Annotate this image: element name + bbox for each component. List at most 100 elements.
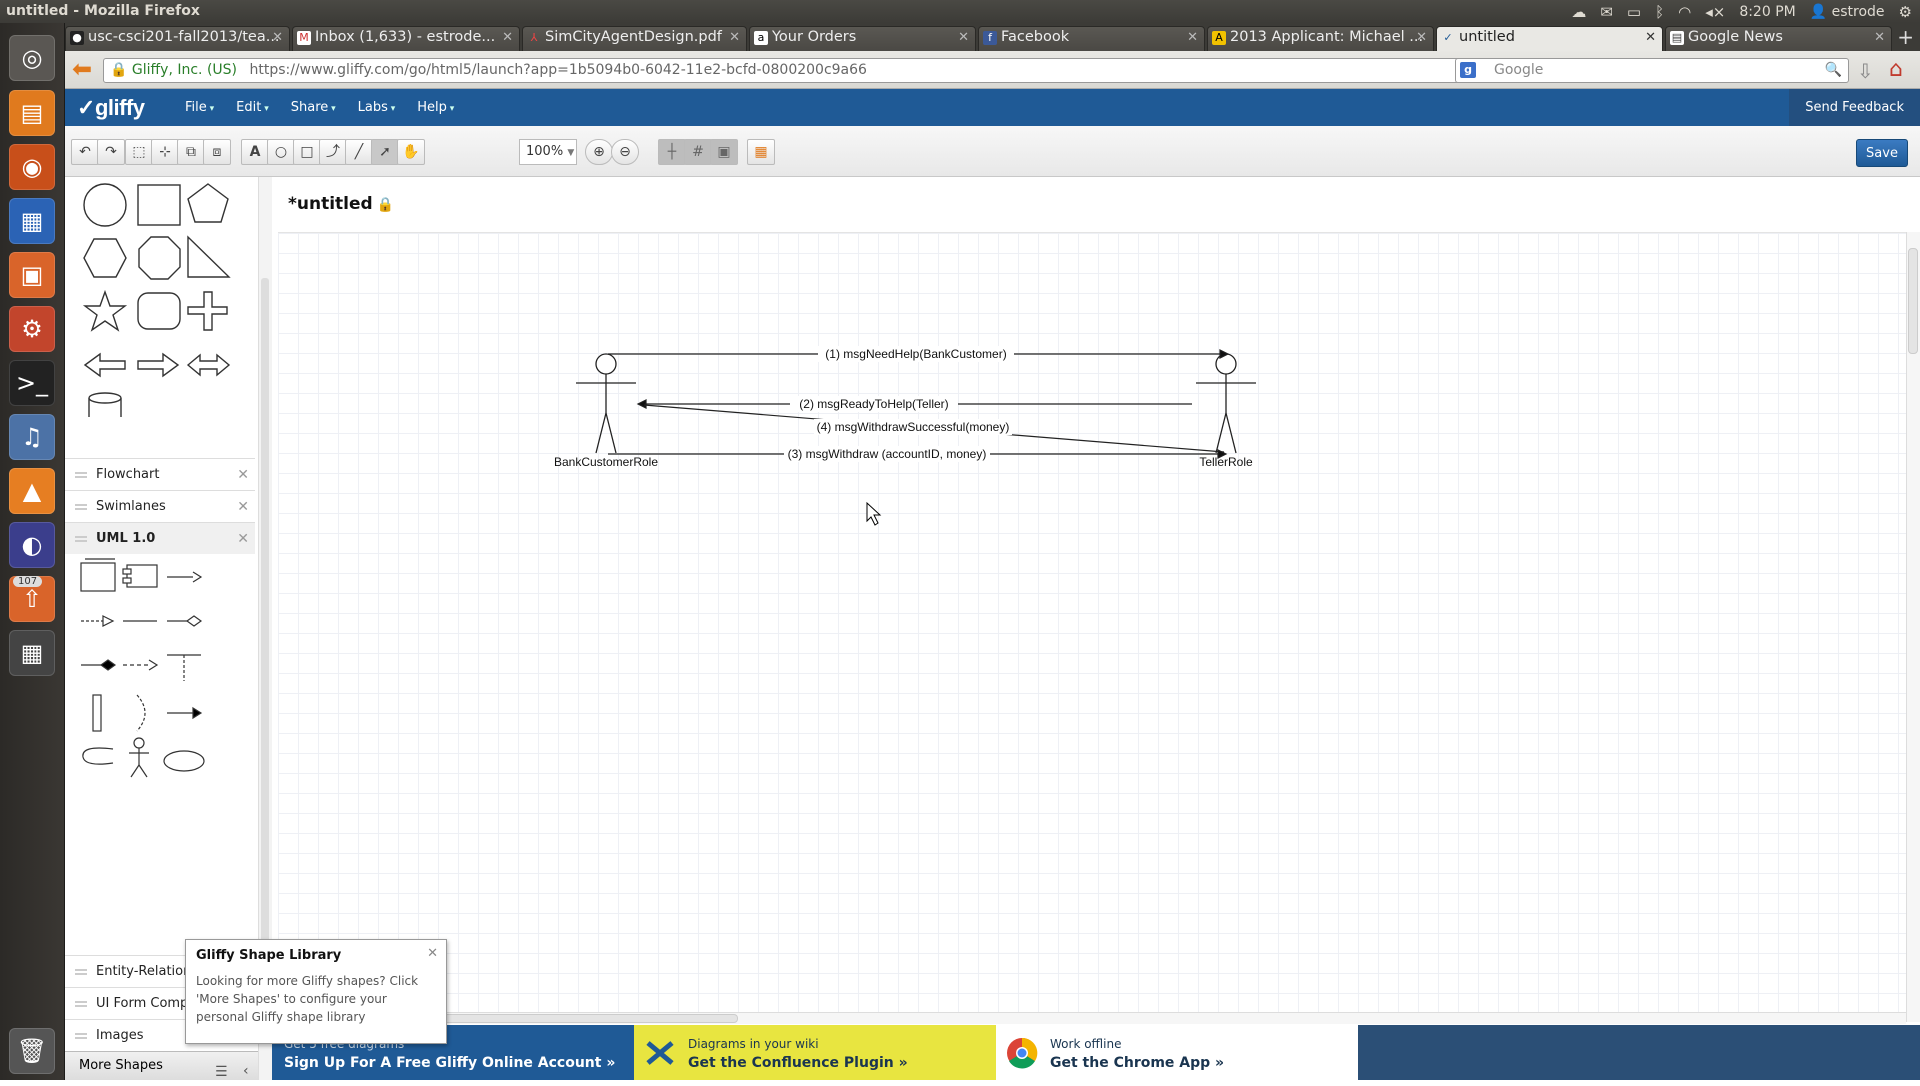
lock-icon[interactable]: 🔒 bbox=[377, 197, 394, 213]
actor-shape[interactable] bbox=[133, 737, 145, 749]
square-shape[interactable] bbox=[137, 184, 181, 226]
sequence-diagram[interactable]: BankCustomerRole TellerRole (1) msgNeedH… bbox=[278, 233, 1908, 1013]
send-back-icon[interactable]: ⧈ bbox=[203, 139, 231, 165]
double-arrow-shape[interactable] bbox=[186, 353, 231, 377]
collapse-all-icon[interactable]: ☰ bbox=[215, 1058, 228, 1086]
message-label-1[interactable]: (1) msgNeedHelp(BankCustomer) bbox=[825, 347, 1006, 361]
close-icon[interactable]: ✕ bbox=[1187, 30, 1198, 45]
right-arrow-shape[interactable] bbox=[137, 352, 180, 378]
panel-scroll-thumb[interactable] bbox=[261, 278, 269, 1018]
drag-handle-icon[interactable] bbox=[75, 1033, 87, 1039]
close-icon[interactable]: ✕ bbox=[237, 491, 249, 523]
tab-github[interactable]: ● usc-csci201-fall2013/tea... ✕ bbox=[65, 26, 290, 51]
tab-amazon[interactable]: a Your Orders ✕ bbox=[749, 26, 976, 51]
tab-pdf[interactable]: ⅄ SimCityAgentDesign.pdf ✕ bbox=[522, 26, 747, 51]
tab-facebook[interactable]: f Facebook ✕ bbox=[978, 26, 1205, 51]
workspace-switcher-icon[interactable]: ▦ bbox=[9, 630, 55, 676]
close-icon[interactable]: ✕ bbox=[1645, 30, 1656, 45]
activation-shape[interactable] bbox=[92, 694, 102, 732]
eclipse-icon[interactable]: ◐ bbox=[9, 522, 55, 568]
hexagon-shape[interactable] bbox=[83, 238, 127, 278]
zoom-in-icon[interactable]: ⊕ bbox=[585, 139, 613, 165]
firefox-icon[interactable]: ◉ bbox=[9, 144, 55, 190]
node-shape[interactable] bbox=[80, 562, 116, 592]
self-message-shape[interactable] bbox=[82, 747, 114, 765]
zoom-out-icon[interactable]: ⊖ bbox=[611, 139, 639, 165]
triangle-shape[interactable] bbox=[187, 235, 231, 278]
close-icon[interactable]: ✕ bbox=[427, 946, 438, 961]
actor-label-teller[interactable]: TellerRole bbox=[1199, 455, 1253, 469]
tab-gmail[interactable]: M Inbox (1,633) - estrode... ✕ bbox=[292, 26, 520, 51]
group-icon[interactable]: ⬚ bbox=[125, 139, 153, 165]
gear-icon[interactable]: ⚙ bbox=[1899, 3, 1912, 21]
drag-handle-icon[interactable] bbox=[75, 536, 87, 542]
user-menu[interactable]: 👤 estrode bbox=[1810, 4, 1885, 20]
more-shapes-button[interactable]: More Shapes ☰ ‹ bbox=[65, 1051, 272, 1080]
theme-palette-icon[interactable]: ▦ bbox=[747, 139, 775, 165]
redo-icon[interactable]: ↷ bbox=[97, 139, 125, 165]
text-tool-icon[interactable]: A bbox=[241, 139, 269, 165]
dropbox-icon[interactable]: ☁ bbox=[1571, 3, 1586, 21]
drag-handle-icon[interactable] bbox=[75, 472, 87, 478]
ubuntu-home-icon[interactable]: ◎ bbox=[9, 35, 55, 81]
drag-handle-icon[interactable] bbox=[75, 504, 87, 510]
document-title[interactable]: *untitled 🔒 bbox=[288, 194, 394, 214]
volume-icon[interactable]: ◂× bbox=[1705, 3, 1725, 21]
category-flowchart[interactable]: Flowchart ✕ bbox=[65, 458, 255, 490]
update-manager-icon[interactable]: ⇧ 107 bbox=[9, 576, 55, 622]
close-icon[interactable]: ✕ bbox=[237, 459, 249, 491]
pointer-tool-icon[interactable]: ➚ bbox=[371, 139, 399, 165]
site-identity[interactable]: Gliffy, Inc. (US) bbox=[132, 62, 237, 78]
menu-help[interactable]: Help bbox=[417, 100, 454, 115]
wifi-icon[interactable]: ◠ bbox=[1678, 3, 1691, 21]
chevron-left-icon[interactable]: ‹ bbox=[243, 1057, 249, 1085]
close-icon[interactable]: ✕ bbox=[729, 30, 740, 45]
close-icon[interactable]: ✕ bbox=[1874, 30, 1885, 45]
zoom-select[interactable]: 100% ▼ bbox=[519, 139, 577, 165]
menu-share[interactable]: Share bbox=[291, 100, 336, 115]
trash-icon[interactable]: 🗑 bbox=[9, 1028, 55, 1074]
drawing-canvas[interactable]: BankCustomerRole TellerRole (1) msgNeedH… bbox=[278, 232, 1908, 1012]
drag-handle-icon[interactable] bbox=[75, 1001, 87, 1007]
bluetooth-icon[interactable]: ᛒ bbox=[1655, 3, 1664, 21]
menu-labs[interactable]: Labs bbox=[358, 100, 396, 115]
close-icon[interactable]: ✕ bbox=[1416, 30, 1427, 45]
drag-handle-icon[interactable] bbox=[75, 969, 87, 975]
pan-tool-icon[interactable]: ✋ bbox=[397, 139, 425, 165]
new-tab-button[interactable]: + bbox=[1897, 25, 1914, 49]
snap-to-grid-icon[interactable]: ┼ bbox=[658, 139, 686, 165]
vlc-icon[interactable]: ▲ bbox=[9, 468, 55, 514]
tab-untitled[interactable]: ✓ untitled ✕ bbox=[1436, 26, 1663, 51]
actor-bank-customer[interactable] bbox=[576, 353, 636, 454]
star-shape[interactable] bbox=[82, 289, 128, 332]
message-label-2[interactable]: (2) msgReadyToHelp(Teller) bbox=[799, 397, 948, 411]
close-icon[interactable]: ✕ bbox=[958, 30, 969, 45]
promo-link[interactable]: Sign Up For A Free Gliffy Online Account… bbox=[284, 1055, 615, 1071]
home-icon[interactable]: ⌂ bbox=[1889, 57, 1903, 82]
rectangle-tool-icon[interactable]: □ bbox=[293, 139, 321, 165]
promo-link[interactable]: Get the Confluence Plugin » bbox=[688, 1055, 908, 1071]
pentagon-shape[interactable] bbox=[187, 183, 229, 223]
message-label-3[interactable]: (3) msgWithdraw (accountID, money) bbox=[788, 447, 987, 461]
ellipse-tool-icon[interactable]: ○ bbox=[267, 139, 295, 165]
actor-teller[interactable] bbox=[1196, 353, 1256, 454]
component-shape[interactable] bbox=[126, 564, 158, 588]
promo-chrome-app[interactable]: Work offline Get the Chrome App » bbox=[996, 1025, 1358, 1080]
download-icon[interactable]: ⇩ bbox=[1857, 59, 1874, 83]
back-arrow-icon[interactable]: ⬅ bbox=[69, 57, 95, 83]
bring-front-icon[interactable]: ⧉ bbox=[177, 139, 205, 165]
battery-icon[interactable]: ▭ bbox=[1627, 3, 1641, 21]
line-tool-icon[interactable]: ╱ bbox=[345, 139, 373, 165]
promo-confluence[interactable]: Diagrams in your wiki Get the Confluence… bbox=[634, 1025, 996, 1080]
page-guides-icon[interactable]: ▣ bbox=[710, 139, 738, 165]
save-button[interactable]: Save bbox=[1856, 139, 1908, 167]
close-icon[interactable]: ✕ bbox=[272, 30, 283, 45]
undo-icon[interactable]: ↶ bbox=[71, 139, 99, 165]
connector-tool-icon[interactable]: ⤴ bbox=[319, 139, 347, 165]
cross-shape[interactable] bbox=[187, 291, 228, 331]
mail-icon[interactable]: ✉ bbox=[1600, 3, 1613, 21]
url-bar[interactable]: 🔒 Gliffy, Inc. (US) https://www.gliffy.c… bbox=[103, 58, 1501, 83]
tab-google-news[interactable]: ▤ Google News ✕ bbox=[1665, 26, 1892, 51]
close-icon[interactable]: ✕ bbox=[237, 523, 249, 555]
menu-file[interactable]: File bbox=[185, 100, 214, 115]
